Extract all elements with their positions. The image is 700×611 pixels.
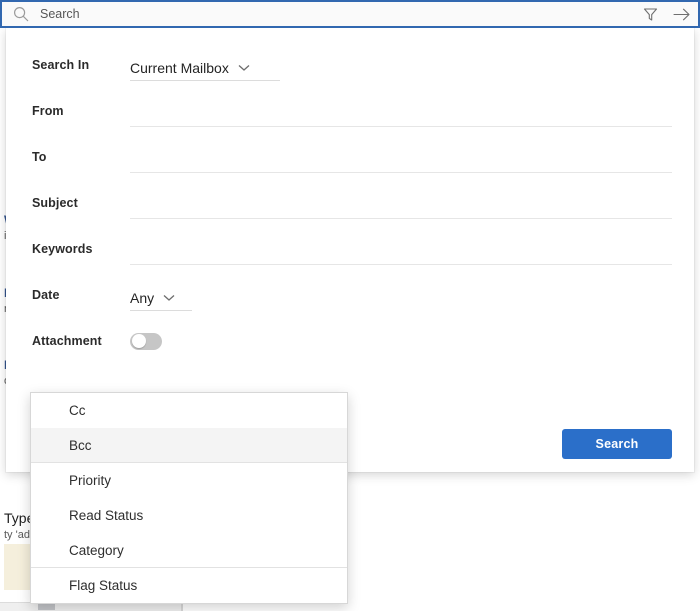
menu-item-label: Category — [69, 543, 124, 558]
search-input[interactable] — [40, 7, 634, 21]
search-submit-button[interactable]: Search — [562, 429, 672, 459]
field-keywords: Keywords — [6, 226, 694, 272]
field-from: From — [6, 88, 694, 134]
to-underline — [130, 141, 672, 173]
field-label-attachment: Attachment — [6, 334, 130, 348]
subject-input[interactable] — [130, 198, 672, 218]
search-icon — [2, 6, 40, 22]
menu-item-read-status[interactable]: Read Status — [31, 498, 347, 533]
menu-item-category[interactable]: Category — [31, 533, 347, 568]
field-label-subject: Subject — [6, 196, 130, 210]
toggle-knob — [132, 334, 146, 348]
arrow-right-icon[interactable] — [666, 1, 698, 27]
menu-item-label: Bcc — [69, 438, 92, 453]
search-bar — [0, 0, 700, 28]
menu-item-priority[interactable]: Priority — [31, 463, 347, 498]
menu-item-label: Cc — [69, 403, 86, 418]
subject-underline — [130, 187, 672, 219]
date-select[interactable]: Any — [130, 290, 175, 310]
field-subject: Subject — [6, 180, 694, 226]
menu-item-bcc[interactable]: Bcc — [31, 428, 347, 463]
field-date: Date Any — [6, 272, 694, 318]
attachment-toggle[interactable] — [130, 333, 162, 350]
add-more-options-menu: Cc Bcc Priority Read Status Category Fla… — [30, 392, 348, 604]
field-attachment: Attachment — [6, 318, 694, 364]
menu-item-cc[interactable]: Cc — [31, 393, 347, 428]
field-search-in: Search In Current Mailbox — [6, 42, 694, 88]
field-label-search-in: Search In — [6, 58, 130, 72]
search-in-select[interactable]: Current Mailbox — [130, 60, 250, 80]
keywords-input[interactable] — [130, 244, 672, 264]
keywords-underline — [130, 233, 672, 265]
field-label-date: Date — [6, 288, 130, 302]
chevron-down-icon — [238, 64, 250, 72]
field-label-from: From — [6, 104, 130, 118]
date-underline: Any — [130, 279, 192, 311]
from-input[interactable] — [130, 106, 672, 126]
menu-item-label: Priority — [69, 473, 111, 488]
search-in-value: Current Mailbox — [130, 60, 229, 76]
filter-funnel-icon[interactable] — [634, 1, 666, 27]
menu-item-flag-status[interactable]: Flag Status — [31, 568, 347, 603]
from-underline — [130, 95, 672, 127]
date-value: Any — [130, 290, 154, 306]
field-label-keywords: Keywords — [6, 242, 130, 256]
to-input[interactable] — [130, 152, 672, 172]
field-label-to: To — [6, 150, 130, 164]
search-in-underline: Current Mailbox — [130, 49, 280, 81]
menu-item-label: Flag Status — [69, 578, 137, 593]
mail-app-window: W i M n M o Type ty 'ad ow ou — [0, 0, 700, 611]
chevron-down-icon — [163, 294, 175, 302]
menu-item-label: Read Status — [69, 508, 143, 523]
field-to: To — [6, 134, 694, 180]
